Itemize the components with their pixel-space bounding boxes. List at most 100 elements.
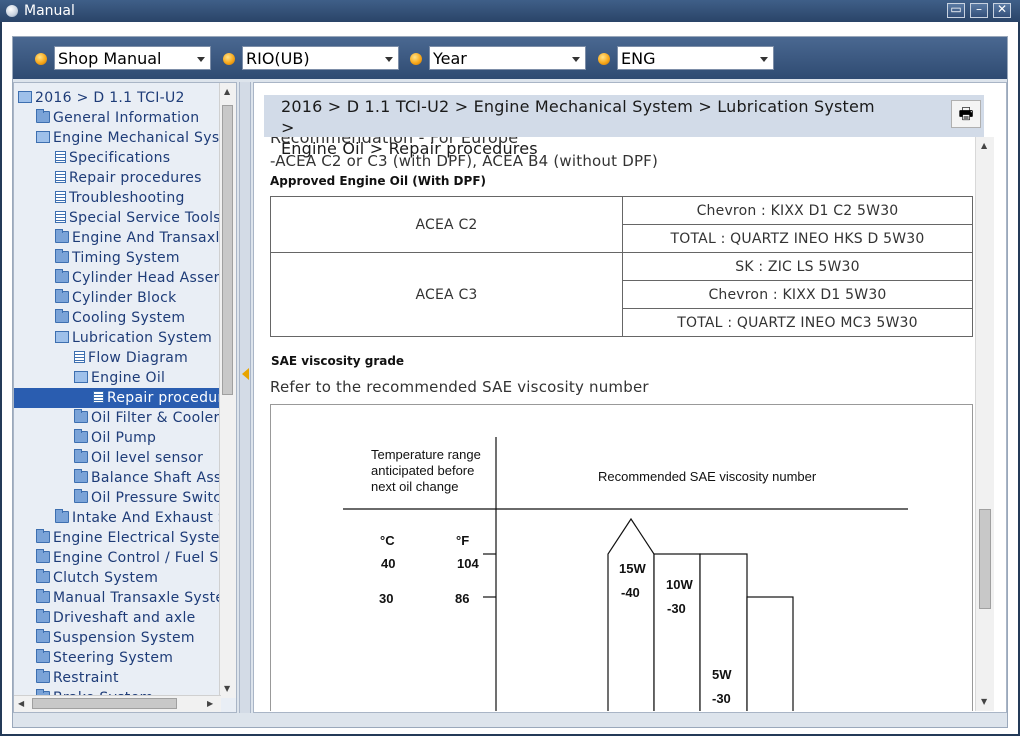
tree-item[interactable]: Manual Transaxle System bbox=[36, 588, 221, 608]
tree-item-label: Driveshaft and axle bbox=[53, 610, 196, 626]
model-select[interactable]: RIO(UB) bbox=[242, 46, 399, 70]
folder-open-icon bbox=[36, 131, 50, 143]
tree-item-label: Oil Pump bbox=[91, 430, 157, 446]
minimize-button[interactable]: – bbox=[970, 2, 988, 18]
diagram-lines bbox=[343, 437, 908, 711]
tree-item-label: Balance Shaft Assembly bbox=[91, 470, 221, 486]
folder-icon bbox=[74, 409, 88, 423]
tree-item[interactable]: Repair procedures bbox=[55, 168, 221, 188]
tree-item[interactable]: Clutch System bbox=[36, 568, 221, 588]
tree-item[interactable]: Oil Filter & Cooler bbox=[74, 408, 221, 428]
tree-item[interactable]: Flow Diagram bbox=[74, 348, 221, 368]
grade-label-10w: 10W bbox=[666, 577, 693, 592]
tree-item[interactable]: Oil Pump bbox=[74, 428, 221, 448]
section-heading: Recommendation - For Europe bbox=[270, 137, 519, 147]
tree-item[interactable]: 2016 > D 1.1 TCI-U2 bbox=[18, 88, 221, 108]
navigation-tree: 2016 > D 1.1 TCI-U2 General Information En… bbox=[13, 82, 237, 713]
tree-item-label: Lubrication System bbox=[72, 330, 213, 346]
year-value: Year bbox=[433, 49, 467, 68]
tree-item[interactable]: Restraint bbox=[36, 668, 221, 688]
tree-item[interactable]: Driveshaft and axle bbox=[36, 608, 221, 628]
table-cell: SK : ZIC LS 5W30 bbox=[622, 252, 973, 281]
tree-item-label: 2016 > D 1.1 TCI-U2 bbox=[35, 90, 185, 106]
scroll-left-icon[interactable]: ◀ bbox=[18, 699, 24, 708]
tree-horizontal-scrollbar[interactable]: ◀ ▶ bbox=[14, 695, 221, 712]
tree-vertical-scrollbar[interactable]: ▲ ▼ bbox=[219, 83, 236, 698]
document-icon bbox=[55, 191, 66, 203]
grade-bar-15w40 bbox=[607, 517, 655, 711]
year-select[interactable]: Year bbox=[429, 46, 586, 70]
tree-item[interactable]: Cylinder Block bbox=[55, 288, 221, 308]
tree-item[interactable]: Engine Control / Fuel System bbox=[36, 548, 221, 568]
engine-select[interactable]: ENG bbox=[617, 46, 774, 70]
folder-icon bbox=[55, 309, 69, 323]
tree-scroll-thumb[interactable] bbox=[222, 105, 233, 395]
table-cell: ACEA C2 bbox=[270, 196, 623, 253]
tree-item[interactable]: Oil Pressure Switch bbox=[74, 488, 221, 508]
tree-item[interactable]: Engine Electrical System bbox=[36, 528, 221, 548]
tree-item[interactable]: Specifications bbox=[55, 148, 221, 168]
tree-item[interactable]: Troubleshooting bbox=[55, 188, 221, 208]
folder-icon bbox=[55, 269, 69, 283]
grade-label-40: -40 bbox=[621, 585, 640, 600]
document-icon bbox=[55, 171, 66, 183]
fahrenheit-unit: °F bbox=[456, 533, 470, 548]
window-title: Manual bbox=[24, 3, 75, 19]
minimize-icon: – bbox=[976, 2, 982, 16]
tree-item-label: Engine And Transaxle bbox=[72, 230, 221, 246]
tree-item[interactable]: Timing System bbox=[55, 248, 221, 268]
folder-icon bbox=[36, 649, 50, 663]
sae-text: Refer to the recommended SAE viscosity n… bbox=[270, 378, 649, 396]
scroll-up-icon[interactable]: ▲ bbox=[981, 141, 987, 150]
bullet-icon bbox=[35, 53, 47, 65]
approved-oil-table: ACEA C2 Chevron : KIXX D1 C2 5W30 TOTAL … bbox=[270, 196, 973, 337]
tree-item[interactable]: Cooling System bbox=[55, 308, 221, 328]
printer-icon: 🖶 bbox=[958, 104, 974, 123]
folder-icon bbox=[55, 509, 69, 523]
restore-button[interactable]: ▭ bbox=[947, 2, 965, 18]
tree-item-label: Clutch System bbox=[53, 570, 159, 586]
tree-item[interactable]: Special Service Tools bbox=[55, 208, 221, 228]
folder-icon bbox=[74, 489, 88, 503]
app-frame: Shop Manual RIO(UB) Year ENG 2016 > D 1.… bbox=[12, 36, 1008, 728]
scroll-down-icon[interactable]: ▼ bbox=[224, 684, 230, 693]
tree-item[interactable]: Engine Mechanical System bbox=[36, 128, 221, 148]
close-button[interactable]: ✕ bbox=[993, 2, 1011, 18]
folder-icon bbox=[36, 589, 50, 603]
tree-item[interactable]: Engine Oil bbox=[74, 368, 221, 388]
tree-item[interactable]: Engine And Transaxle bbox=[55, 228, 221, 248]
manual-type-select[interactable]: Shop Manual bbox=[54, 46, 211, 70]
tree-item[interactable]: Oil level sensor bbox=[74, 448, 221, 468]
tree-item-label: Timing System bbox=[72, 250, 180, 266]
scroll-right-icon[interactable]: ▶ bbox=[207, 699, 213, 708]
folder-icon bbox=[74, 449, 88, 463]
content-vertical-scrollbar[interactable]: ▲ ▼ bbox=[975, 137, 994, 711]
tree-hscroll-thumb[interactable] bbox=[32, 698, 177, 709]
tree-item[interactable]: Balance Shaft Assembly bbox=[74, 468, 221, 488]
folder-icon bbox=[36, 629, 50, 643]
tree-item-label: Manual Transaxle System bbox=[53, 590, 221, 606]
tree-item[interactable]: Cylinder Head Assembly bbox=[55, 268, 221, 288]
panel-splitter[interactable] bbox=[239, 82, 251, 713]
tree-item[interactable]: Steering System bbox=[36, 648, 221, 668]
document-icon bbox=[74, 351, 85, 363]
bullet-icon bbox=[223, 53, 235, 65]
tree-item[interactable]: Suspension System bbox=[36, 628, 221, 648]
tree-item[interactable]: Lubrication System bbox=[55, 328, 221, 348]
tree-item[interactable]: General Information bbox=[36, 108, 221, 128]
tree-item-label: Oil level sensor bbox=[91, 450, 204, 466]
scroll-up-icon[interactable]: ▲ bbox=[224, 87, 230, 96]
folder-icon bbox=[36, 529, 50, 543]
table-cell: Chevron : KIXX D1 5W30 bbox=[622, 280, 973, 309]
print-button[interactable]: 🖶 bbox=[951, 100, 981, 128]
tree-item-label: Flow Diagram bbox=[88, 350, 189, 366]
folder-open-icon bbox=[74, 371, 88, 383]
table-row: ACEA C3 SK : ZIC LS 5W30 bbox=[270, 252, 973, 337]
collapse-arrow-icon[interactable] bbox=[242, 368, 249, 380]
scroll-down-icon[interactable]: ▼ bbox=[981, 697, 987, 706]
tree-item[interactable]: Repair procedures bbox=[14, 388, 236, 408]
content-scroll-thumb[interactable] bbox=[979, 509, 991, 609]
tree-item[interactable]: Intake And Exhaust System bbox=[55, 508, 221, 528]
chevron-down-icon bbox=[572, 57, 580, 62]
chevron-down-icon bbox=[760, 57, 768, 62]
